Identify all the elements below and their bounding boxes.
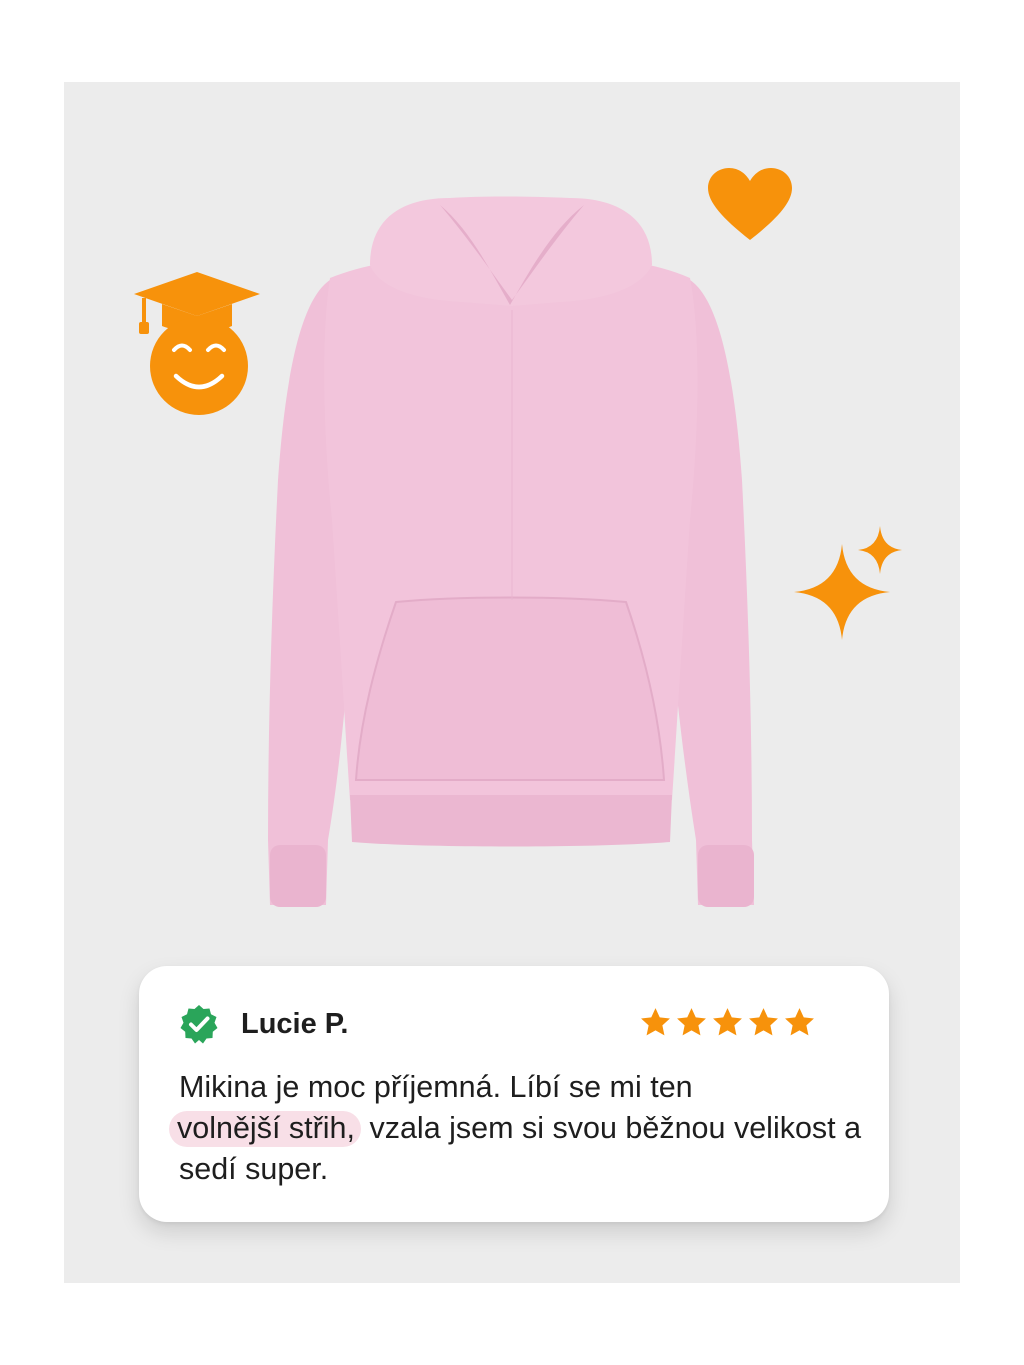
star-rating [639, 1006, 816, 1039]
star-icon [749, 1008, 778, 1036]
star-icon [677, 1008, 706, 1036]
review-text-start: Mikina je moc příjemná. Líbí se mi ten [179, 1070, 693, 1104]
review-text: Mikina je moc příjemná. Líbí se mi ten vo… [169, 1067, 869, 1190]
review-highlight: volnější střih, [169, 1111, 361, 1147]
star-icon [713, 1008, 742, 1036]
star-icon [641, 1008, 670, 1036]
review-card: Lucie P. Mikina je moc příjemná. Líbí se… [139, 966, 889, 1222]
star-icon [785, 1008, 814, 1036]
heart-icon [708, 168, 792, 240]
verified-check-icon [180, 1005, 218, 1044]
sparkle-icon [794, 526, 902, 640]
reviewer-name: Lucie P. [241, 1008, 349, 1040]
graduation-cap-smiley-icon [134, 272, 260, 415]
